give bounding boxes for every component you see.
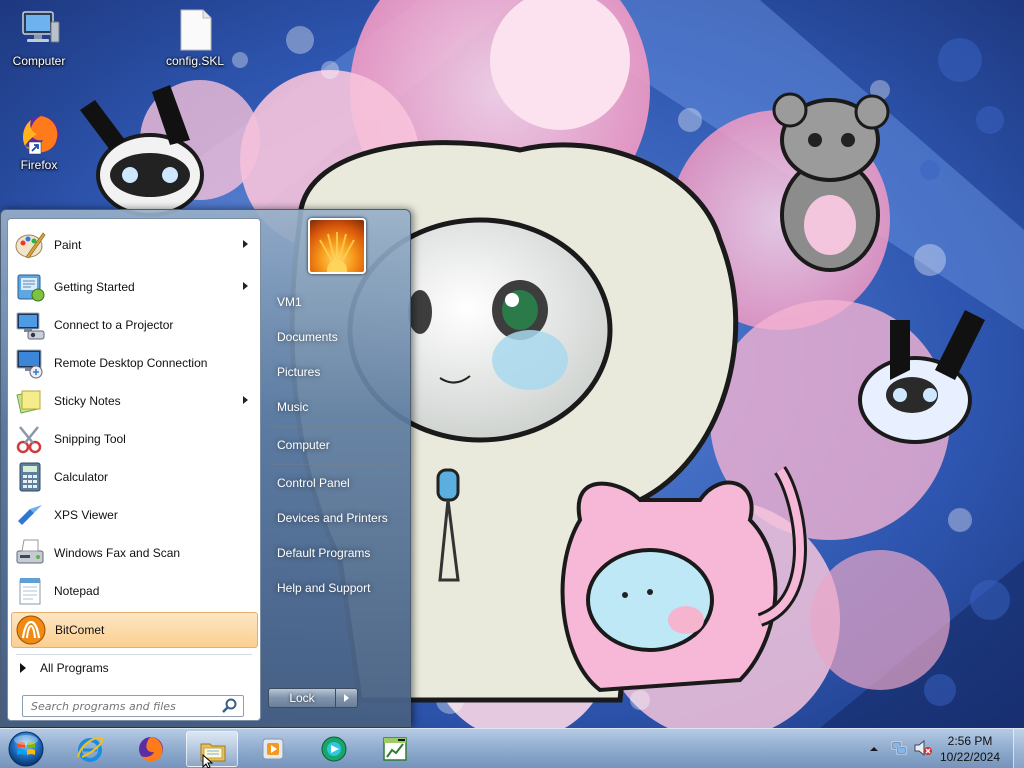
program-xps-viewer[interactable]: XPS Viewer bbox=[11, 497, 258, 533]
desktop-icon-label: Firefox bbox=[20, 158, 58, 172]
power-options-arrow-button[interactable] bbox=[336, 688, 358, 708]
program-getting-started[interactable]: Getting Started bbox=[11, 269, 258, 305]
search-icon[interactable] bbox=[220, 697, 240, 715]
menu-item-control-panel[interactable]: Control Panel bbox=[267, 468, 405, 498]
desktop-icon-config-skl[interactable]: config.SKL bbox=[156, 8, 234, 68]
program-label: Getting Started bbox=[54, 280, 135, 294]
program-label: Sticky Notes bbox=[54, 394, 121, 408]
program-calculator[interactable]: Calculator bbox=[11, 459, 258, 495]
paint-icon bbox=[14, 229, 46, 261]
taskbar-bitcomet-chart[interactable] bbox=[369, 731, 421, 767]
mouse-cursor-icon bbox=[202, 753, 214, 768]
firefox-icon bbox=[137, 735, 165, 763]
menu-item-devices-and-printers[interactable]: Devices and Printers bbox=[267, 503, 405, 533]
sticky-notes-icon bbox=[14, 385, 46, 417]
desktop-icon-label: Computer bbox=[12, 54, 66, 68]
calculator-icon bbox=[14, 461, 46, 493]
program-snipping-tool[interactable]: Snipping Tool bbox=[11, 421, 258, 457]
bitcomet-chart-icon bbox=[381, 735, 409, 763]
media-center-icon bbox=[320, 735, 348, 763]
program-paint[interactable]: Paint bbox=[11, 227, 258, 263]
menu-item-documents[interactable]: Documents bbox=[267, 322, 405, 352]
divider bbox=[16, 654, 252, 655]
show-hidden-icons-arrow-icon[interactable] bbox=[869, 743, 879, 753]
program-label: Paint bbox=[54, 238, 82, 252]
lock-button[interactable]: Lock bbox=[268, 688, 336, 708]
clock[interactable]: 2:56 PM 10/22/2024 bbox=[930, 733, 1010, 765]
show-desktop-button[interactable] bbox=[1013, 729, 1024, 768]
all-programs-label: All Programs bbox=[40, 661, 109, 675]
xps-viewer-icon bbox=[14, 499, 46, 531]
program-label: XPS Viewer bbox=[54, 508, 118, 522]
firefox-icon bbox=[15, 112, 63, 156]
clock-time: 2:56 PM bbox=[947, 734, 993, 748]
internet-explorer-icon bbox=[76, 735, 104, 763]
taskbar: 2:56 PM 10/22/2024 bbox=[0, 728, 1024, 768]
desktop-icon-computer[interactable]: Computer bbox=[0, 8, 78, 68]
divider bbox=[271, 464, 401, 465]
program-label: Connect to a Projector bbox=[54, 318, 174, 332]
start-button[interactable] bbox=[6, 730, 46, 768]
desktop-icon-firefox[interactable]: Firefox bbox=[0, 112, 78, 172]
projector-icon bbox=[14, 309, 46, 341]
notepad-icon bbox=[14, 575, 46, 607]
program-bitcomet[interactable]: BitComet bbox=[11, 612, 258, 648]
program-notepad[interactable]: Notepad bbox=[11, 573, 258, 609]
menu-item-default-programs[interactable]: Default Programs bbox=[267, 538, 405, 568]
program-remote-desktop-connection[interactable]: Remote Desktop Connection bbox=[11, 345, 258, 381]
program-connect-to-projector[interactable]: Connect to a Projector bbox=[11, 307, 258, 343]
user-account-picture[interactable] bbox=[308, 218, 366, 274]
menu-item-computer[interactable]: Computer bbox=[267, 430, 405, 460]
taskbar-internet-explorer[interactable] bbox=[64, 731, 116, 767]
remote-desktop-icon bbox=[14, 347, 46, 379]
submenu-arrow-icon[interactable] bbox=[243, 282, 248, 290]
snipping-tool-icon bbox=[14, 423, 46, 455]
start-menu-programs-pane: Paint Getting Started Connect to a Proje… bbox=[7, 218, 261, 721]
program-label: Notepad bbox=[54, 584, 100, 598]
submenu-arrow-icon[interactable] bbox=[243, 396, 248, 404]
taskbar-media-center[interactable] bbox=[308, 731, 360, 767]
program-sticky-notes[interactable]: Sticky Notes bbox=[11, 383, 258, 419]
computer-icon bbox=[15, 8, 63, 52]
divider bbox=[271, 426, 401, 427]
desktop-icon-label: config.SKL bbox=[165, 54, 225, 68]
menu-item-pictures[interactable]: Pictures bbox=[267, 357, 405, 387]
program-label: Calculator bbox=[54, 470, 109, 484]
network-icon[interactable] bbox=[890, 739, 908, 757]
program-label: BitComet bbox=[55, 623, 105, 637]
bitcomet-icon bbox=[15, 614, 47, 646]
media-player-icon bbox=[259, 735, 287, 763]
program-windows-fax-and-scan[interactable]: Windows Fax and Scan bbox=[11, 535, 258, 571]
clock-date: 10/22/2024 bbox=[939, 750, 1001, 764]
taskbar-firefox[interactable] bbox=[125, 731, 177, 767]
file-icon bbox=[171, 8, 219, 52]
search-input[interactable] bbox=[22, 695, 244, 717]
program-label: Windows Fax and Scan bbox=[54, 546, 181, 560]
expand-arrow-icon bbox=[20, 663, 26, 673]
taskbar-media-player[interactable] bbox=[247, 731, 299, 767]
submenu-arrow-icon[interactable] bbox=[243, 240, 248, 248]
program-label: Snipping Tool bbox=[54, 432, 126, 446]
program-label: Remote Desktop Connection bbox=[54, 356, 208, 370]
menu-item-help-and-support[interactable]: Help and Support bbox=[267, 573, 405, 603]
menu-item-music[interactable]: Music bbox=[267, 392, 405, 422]
menu-item-vm1[interactable]: VM1 bbox=[267, 287, 405, 317]
fax-scan-icon bbox=[14, 537, 46, 569]
start-menu: Paint Getting Started Connect to a Proje… bbox=[0, 209, 411, 727]
getting-started-icon bbox=[14, 271, 46, 303]
all-programs-button[interactable]: All Programs bbox=[16, 657, 109, 679]
